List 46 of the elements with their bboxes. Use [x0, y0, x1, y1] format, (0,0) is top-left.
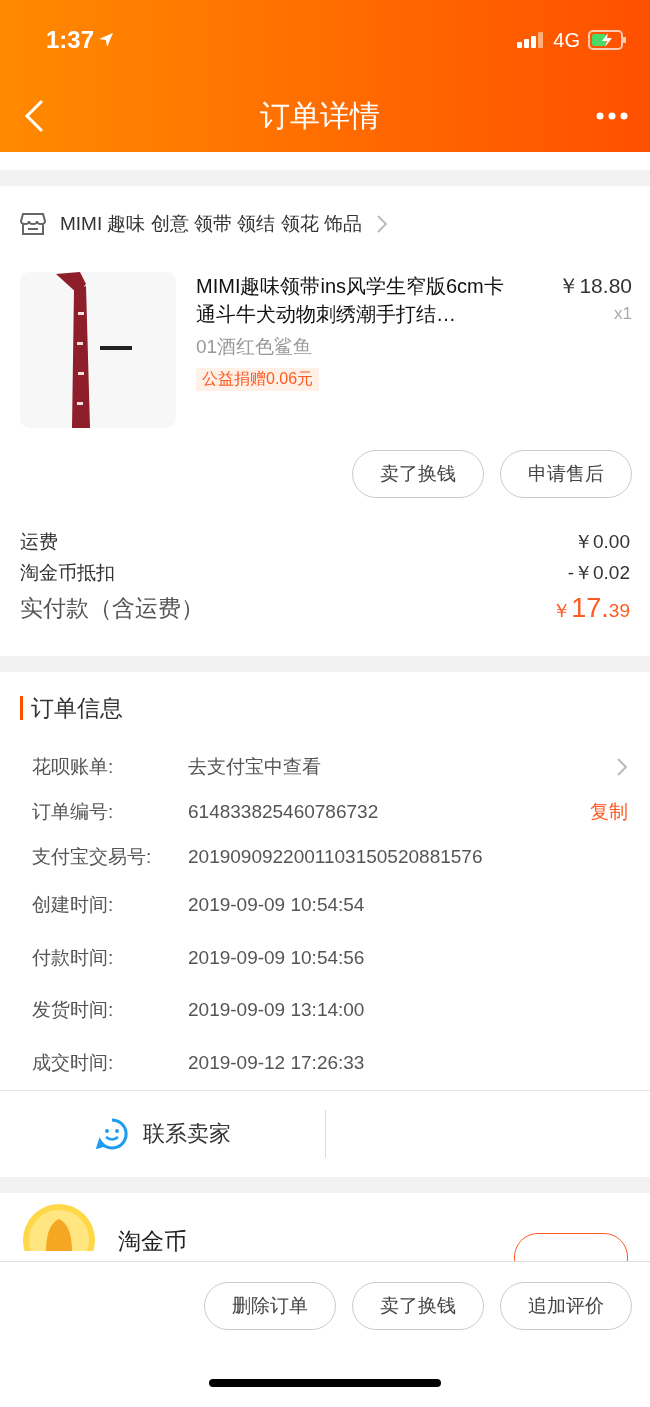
chevron-icon[interactable] — [616, 756, 628, 777]
info-label: 付款时间: — [32, 945, 115, 970]
network-label: 4G — [553, 28, 580, 52]
signal-icon — [517, 32, 546, 48]
chevron-icon — [375, 214, 388, 234]
cost-label: 淘金币抵扣 — [20, 560, 115, 585]
info-label: 订单编号: — [32, 799, 115, 824]
section-title: 订单信息 — [20, 696, 123, 720]
shop-icon — [20, 212, 46, 236]
info-label: 发货时间: — [32, 998, 115, 1023]
total-amount: ￥17.39 — [552, 592, 630, 624]
product-title[interactable]: MIMI趣味领带ins风学生窄版6cm卡通斗牛犬动物刺绣潮手打结… — [196, 272, 514, 328]
back-icon[interactable] — [24, 99, 44, 133]
page-title: 订单详情 — [260, 97, 380, 134]
info-value: 2019-09-09 10:54:56 — [188, 946, 366, 969]
location-icon — [98, 32, 115, 48]
info-label: 成交时间: — [32, 1050, 115, 1075]
info-label: 花呗账单: — [32, 754, 115, 779]
info-value: 614833825460786732 — [188, 800, 380, 823]
order-action-button[interactable]: 删除订单 — [204, 1282, 336, 1330]
item-variant: 01酒红色鲨鱼 — [196, 335, 313, 359]
info-value: 2019-09-12 17:26:33 — [188, 1051, 366, 1074]
status-time: 1:37 — [46, 26, 95, 54]
order-action-button[interactable]: 卖了换钱 — [352, 1282, 484, 1330]
item-action-button[interactable]: 申请售后 — [500, 450, 632, 498]
item-action-button[interactable]: 卖了换钱 — [352, 450, 484, 498]
shop-link[interactable]: MIMI 趣味 创意 领带 领结 领花 饰品 — [20, 186, 632, 262]
order-action-button[interactable]: 追加评价 — [500, 1282, 632, 1330]
chat-icon — [94, 1117, 129, 1151]
item-price: ￥18.80 — [558, 273, 632, 299]
info-value: 2019-09-09 10:54:54 — [188, 894, 366, 917]
item-quantity: x1 — [614, 304, 632, 324]
more-icon[interactable] — [596, 112, 628, 120]
contact-seller-button[interactable]: 联系卖家 — [0, 1117, 325, 1151]
cost-value: ￥0.00 — [574, 529, 630, 554]
info-label: 支付宝交易号: — [32, 844, 153, 869]
info-value: 2019-09-09 13:14:00 — [188, 999, 366, 1022]
total-label: 实付款（含运费） — [20, 593, 204, 623]
battery-icon — [588, 30, 628, 50]
info-value[interactable]: 去支付宝中查看 — [188, 753, 616, 780]
info-label: 创建时间: — [32, 893, 115, 918]
info-value: 2019090922001103150520881576 — [188, 845, 484, 868]
cost-label: 运费 — [20, 529, 58, 554]
cost-value: -￥0.02 — [567, 560, 630, 585]
coin-title: 淘金币 — [118, 1227, 187, 1256]
charity-tag: 公益捐赠0.06元 — [196, 368, 320, 391]
